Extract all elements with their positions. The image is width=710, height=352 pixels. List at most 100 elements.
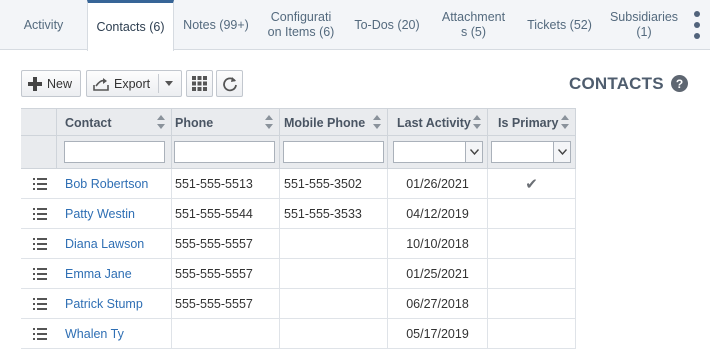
export-button[interactable]: Export (86, 70, 182, 97)
menu-icon[interactable] (33, 208, 47, 220)
more-tabs-icon[interactable] (690, 11, 704, 39)
grid-header: Contact Phone Mobile Phone Last Activity… (21, 108, 576, 136)
sort-icon[interactable] (473, 115, 481, 129)
phone-cell (171, 319, 279, 348)
mobile-phone-cell (279, 259, 387, 288)
menu-icon[interactable] (33, 298, 47, 310)
last-activity-cell: 10/10/2018 (387, 229, 487, 258)
tab-tickets[interactable]: Tickets (52) (517, 0, 602, 50)
mobile-phone-cell: 551-555-3533 (279, 199, 387, 228)
tab-label-line2: s (5) (460, 25, 486, 39)
contact-cell: Bob Robertson (56, 169, 171, 198)
table-row[interactable]: Bob Robertson 551-555-5513 551-555-3502 01/… (21, 169, 576, 199)
checkmark-icon: ✔ (525, 175, 538, 193)
refresh-button[interactable] (216, 70, 243, 97)
tab-subsidiaries[interactable]: Subsidiaries (1) (602, 0, 686, 50)
tab-label-line2: (1) (636, 25, 652, 39)
contact-cell: Diana Lawson (56, 229, 171, 258)
column-header-contact[interactable]: Contact (56, 109, 171, 136)
row-menu-cell (21, 289, 56, 318)
filter-is-primary-select[interactable] (491, 141, 571, 163)
contact-link[interactable]: Patrick Stump (65, 297, 143, 311)
tab-attachments[interactable]: Attachment s (5) (430, 0, 517, 50)
mobile-phone-cell (279, 319, 387, 348)
refresh-icon (222, 76, 238, 92)
header-actions-col (21, 109, 56, 136)
divider (158, 74, 159, 93)
contact-cell: Whalen Ty (56, 319, 171, 348)
column-header-mobile-phone[interactable]: Mobile Phone (279, 109, 387, 136)
row-menu-cell (21, 319, 56, 348)
phone-cell: 555-555-5557 (171, 229, 279, 258)
is-primary-cell (487, 289, 576, 318)
filter-cell-phone (171, 136, 279, 168)
tab-label: Contacts (6) (96, 19, 165, 34)
chevron-down-icon (465, 142, 482, 162)
chevron-down-icon[interactable] (165, 81, 173, 86)
column-header-phone[interactable]: Phone (171, 109, 279, 136)
phone-cell: 555-555-5557 (171, 289, 279, 318)
row-menu-cell (21, 229, 56, 258)
table-row[interactable]: Emma Jane 555-555-5557 01/25/2021 (21, 259, 576, 289)
filter-actions-col (21, 136, 56, 168)
column-header-label: Last Activity (397, 115, 471, 130)
filter-contact-input[interactable] (64, 141, 165, 163)
tab-label: Tickets (52) (527, 17, 592, 32)
tab-notes[interactable]: Notes (99+) (174, 0, 258, 50)
table-row[interactable]: Whalen Ty 05/17/2019 (21, 319, 576, 349)
table-row[interactable]: Diana Lawson 555-555-5557 10/10/2018 (21, 229, 576, 259)
row-menu-cell (21, 259, 56, 288)
column-header-last-activity[interactable]: Last Activity (387, 109, 487, 136)
export-button-label: Export (114, 76, 151, 91)
menu-icon[interactable] (33, 178, 47, 190)
tab-label: Activity (23, 17, 64, 32)
tab-label-line1: Subsidiaries (609, 10, 679, 24)
filter-phone-input[interactable] (174, 141, 275, 163)
filter-cell-last-activity (387, 136, 487, 168)
contact-link[interactable]: Emma Jane (65, 267, 132, 281)
is-primary-cell (487, 259, 576, 288)
new-button[interactable]: New (21, 70, 81, 97)
last-activity-cell: 05/17/2019 (387, 319, 487, 348)
phone-cell: 551-555-5513 (171, 169, 279, 198)
contact-link[interactable]: Whalen Ty (65, 327, 124, 341)
sort-icon[interactable] (157, 115, 165, 129)
contact-link[interactable]: Bob Robertson (65, 177, 148, 191)
contact-cell: Patty Westin (56, 199, 171, 228)
is-primary-cell: ✔ (487, 169, 576, 198)
tab-label-line1: Attachment (441, 10, 506, 24)
contact-cell: Patrick Stump (56, 289, 171, 318)
table-row[interactable]: Patty Westin 551-555-5544 551-555-3533 04/1… (21, 199, 576, 229)
tab-label-line1: Configurati (270, 10, 332, 24)
menu-icon[interactable] (33, 268, 47, 280)
tab-label: Notes (99+) (183, 17, 249, 32)
tab-todos[interactable]: To-Dos (20) (344, 0, 430, 50)
tab-label-line2: on Items (6) (267, 25, 335, 39)
mobile-phone-cell: 551-555-3502 (279, 169, 387, 198)
tab-contacts[interactable]: Contacts (6) (87, 0, 174, 51)
mobile-phone-cell (279, 289, 387, 318)
tab-configuration-items[interactable]: Configurati on Items (6) (258, 0, 344, 50)
contact-link[interactable]: Patty Westin (65, 207, 135, 221)
column-header-is-primary[interactable]: Is Primary (487, 109, 576, 136)
filter-mobile-phone-input[interactable] (283, 141, 384, 163)
sort-icon[interactable] (373, 115, 381, 129)
row-menu-cell (21, 199, 56, 228)
last-activity-cell: 01/25/2021 (387, 259, 487, 288)
help-icon[interactable]: ? (671, 75, 688, 92)
filter-last-activity-select[interactable] (393, 141, 483, 163)
plus-icon (28, 76, 42, 91)
tab-activity[interactable]: Activity (0, 0, 87, 50)
sort-icon[interactable] (561, 115, 569, 129)
menu-icon[interactable] (33, 238, 47, 250)
page-title: CONTACTS (569, 74, 664, 93)
new-button-label: New (47, 76, 73, 91)
phone-cell: 551-555-5544 (171, 199, 279, 228)
grid-icon (192, 76, 207, 91)
menu-icon[interactable] (33, 328, 47, 340)
column-chooser-button[interactable] (186, 70, 213, 97)
table-row[interactable]: Patrick Stump 555-555-5557 06/27/2018 (21, 289, 576, 319)
sort-icon[interactable] (265, 115, 273, 129)
contact-link[interactable]: Diana Lawson (65, 237, 144, 251)
filter-cell-contact (56, 136, 171, 168)
